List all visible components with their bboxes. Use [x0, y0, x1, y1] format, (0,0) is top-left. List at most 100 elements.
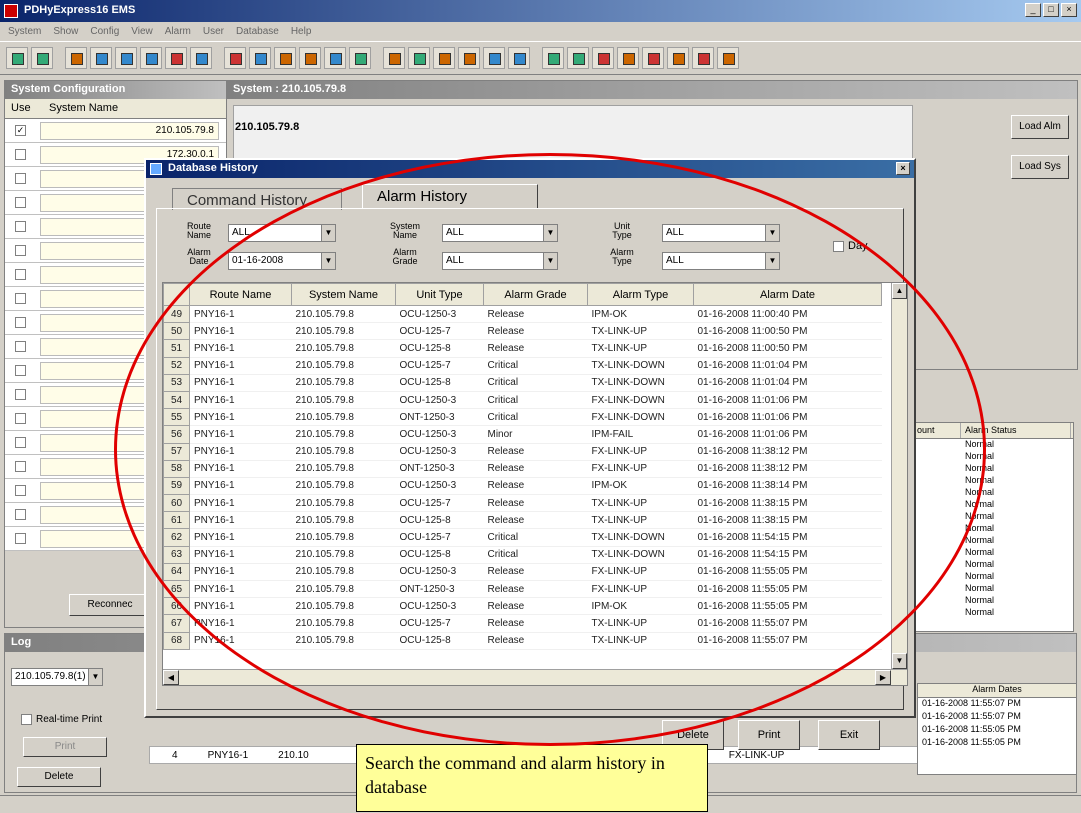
- toolbar-button-icon[interactable]: [115, 47, 137, 69]
- scroll-up-icon[interactable]: ▲: [892, 283, 907, 299]
- column-header-route-name[interactable]: Route Name: [189, 283, 292, 306]
- use-checkbox[interactable]: [15, 197, 26, 208]
- use-checkbox[interactable]: [15, 389, 26, 400]
- toolbar-button-icon[interactable]: [483, 47, 505, 69]
- use-checkbox[interactable]: [15, 317, 26, 328]
- print-button[interactable]: Print: [738, 720, 800, 750]
- use-checkbox[interactable]: [15, 365, 26, 376]
- scroll-down-icon[interactable]: ▼: [892, 653, 907, 669]
- toolbar-button-icon[interactable]: [6, 47, 28, 69]
- minimize-button[interactable]: _: [1025, 3, 1041, 17]
- table-row[interactable]: 68 PNY16-1 210.105.79.8 OCU-125-8 Release TX-…: [163, 631, 882, 650]
- table-row[interactable]: 60 PNY16-1 210.105.79.8 OCU-125-7 Release TX-…: [163, 494, 882, 513]
- tab-alarm-history[interactable]: Alarm History: [362, 184, 538, 208]
- toolbar-button-icon[interactable]: [617, 47, 639, 69]
- table-row[interactable]: 57 PNY16-1 210.105.79.8 OCU-1250-3 Release FX…: [163, 442, 882, 461]
- use-checkbox[interactable]: [15, 341, 26, 352]
- toolbar-button-icon[interactable]: [65, 47, 87, 69]
- chevron-down-icon[interactable]: ▼: [321, 253, 335, 269]
- toolbar-button-icon[interactable]: [324, 47, 346, 69]
- column-header-system-name[interactable]: System Name: [291, 283, 396, 306]
- unit-type-select[interactable]: ALL ▼: [662, 224, 780, 242]
- table-row[interactable]: 63 PNY16-1 210.105.79.8 OCU-125-8 Critical TX…: [163, 545, 882, 564]
- system-name-cell[interactable]: 210.105.79.8: [40, 121, 219, 140]
- system-row[interactable]: ✓ 210.105.79.8: [5, 119, 227, 143]
- vertical-scrollbar[interactable]: ▲ ▼: [891, 283, 907, 669]
- chevron-down-icon[interactable]: ▼: [543, 253, 557, 269]
- table-row[interactable]: 56 PNY16-1 210.105.79.8 OCU-1250-3 Minor IPM-…: [163, 425, 882, 444]
- load-system-button[interactable]: Load Sys: [1011, 155, 1069, 179]
- log-delete-button[interactable]: Delete: [17, 767, 101, 787]
- table-row[interactable]: 58 PNY16-1 210.105.79.8 ONT-1250-3 Release FX…: [163, 459, 882, 478]
- menu-item-database[interactable]: Database: [236, 26, 279, 37]
- log-print-button[interactable]: Print: [23, 737, 107, 757]
- day-checkbox[interactable]: Day: [833, 240, 868, 252]
- toolbar-button-icon[interactable]: [349, 47, 371, 69]
- log-system-select[interactable]: 210.105.79.8(1) ▼: [11, 668, 103, 686]
- close-button[interactable]: ×: [1061, 3, 1077, 17]
- toolbar-button-icon[interactable]: [508, 47, 530, 69]
- table-row[interactable]: 65 PNY16-1 210.105.79.8 ONT-1250-3 Release FX…: [163, 579, 882, 599]
- toolbar-button-icon[interactable]: [165, 47, 187, 69]
- use-checkbox[interactable]: ✓: [15, 125, 26, 136]
- toolbar-button-icon[interactable]: [90, 47, 112, 69]
- toolbar-button-icon[interactable]: [140, 47, 162, 69]
- table-row[interactable]: 51 PNY16-1 210.105.79.8 OCU-125-8 Release TX-…: [163, 339, 882, 358]
- column-header-alarm-date[interactable]: Alarm Date: [693, 283, 882, 306]
- use-checkbox[interactable]: [15, 173, 26, 184]
- chevron-down-icon[interactable]: ▼: [765, 225, 779, 241]
- toolbar-button-icon[interactable]: [299, 47, 321, 69]
- toolbar-button-icon[interactable]: [274, 47, 296, 69]
- use-checkbox[interactable]: [15, 437, 26, 448]
- toolbar-button-icon[interactable]: [249, 47, 271, 69]
- alarm-date-select[interactable]: 01-16-2008 ▼: [228, 252, 336, 270]
- toolbar-button-icon[interactable]: [642, 47, 664, 69]
- toolbar-button-icon[interactable]: [190, 47, 212, 69]
- table-row[interactable]: 67 PNY16-1 210.105.79.8 OCU-125-7 Release TX-…: [163, 614, 882, 633]
- menu-item-config[interactable]: Config: [90, 26, 119, 37]
- use-checkbox[interactable]: [15, 293, 26, 304]
- realtime-print-checkbox[interactable]: Real-time Print: [21, 714, 102, 725]
- toolbar-button-icon[interactable]: [592, 47, 614, 69]
- use-checkbox[interactable]: [15, 149, 26, 160]
- table-row[interactable]: 64 PNY16-1 210.105.79.8 OCU-1250-3 Release FX…: [163, 562, 882, 582]
- toolbar-button-icon[interactable]: [408, 47, 430, 69]
- use-checkbox[interactable]: [15, 485, 26, 496]
- column-header-alarm-type[interactable]: Alarm Type: [587, 283, 694, 306]
- system-name-select[interactable]: ALL ▼: [442, 224, 558, 242]
- toolbar-button-icon[interactable]: [224, 47, 246, 69]
- table-row[interactable]: 53 PNY16-1 210.105.79.8 OCU-125-8 Critical TX…: [163, 373, 882, 392]
- table-row[interactable]: 50 PNY16-1 210.105.79.8 OCU-125-7 Release TX-…: [163, 322, 882, 341]
- use-checkbox[interactable]: [15, 533, 26, 544]
- dialog-close-icon[interactable]: ×: [896, 162, 910, 175]
- chevron-down-icon[interactable]: ▼: [88, 669, 102, 685]
- tab-command-history[interactable]: Command History: [172, 188, 342, 210]
- toolbar-button-icon[interactable]: [667, 47, 689, 69]
- column-header-alarm-grade[interactable]: Alarm Grade: [483, 283, 588, 306]
- alarm-grade-select[interactable]: ALL ▼: [442, 252, 558, 270]
- toolbar-button-icon[interactable]: [542, 47, 564, 69]
- toolbar-button-icon[interactable]: [717, 47, 739, 69]
- checkbox-icon[interactable]: [833, 240, 844, 252]
- toolbar-button-icon[interactable]: [692, 47, 714, 69]
- reconnect-button[interactable]: Reconnec: [69, 594, 151, 616]
- use-checkbox[interactable]: [15, 413, 26, 424]
- use-checkbox[interactable]: [15, 245, 26, 256]
- horizontal-scrollbar[interactable]: ◀ ▶: [163, 669, 907, 685]
- table-row[interactable]: 59 PNY16-1 210.105.79.8 OCU-1250-3 Release IP…: [163, 476, 882, 496]
- toolbar-button-icon[interactable]: [458, 47, 480, 69]
- menu-item-system[interactable]: System: [8, 26, 41, 37]
- column-header-unit-type[interactable]: Unit Type: [395, 283, 484, 306]
- menu-item-help[interactable]: Help: [291, 26, 312, 37]
- scroll-left-icon[interactable]: ◀: [163, 670, 179, 685]
- chevron-down-icon[interactable]: ▼: [543, 225, 557, 241]
- chevron-down-icon[interactable]: ▼: [765, 253, 779, 269]
- use-checkbox[interactable]: [15, 509, 26, 520]
- use-checkbox[interactable]: [15, 269, 26, 280]
- load-alarm-button[interactable]: Load Alm: [1011, 115, 1069, 139]
- table-row[interactable]: 61 PNY16-1 210.105.79.8 OCU-125-8 Release TX-…: [163, 511, 882, 530]
- use-checkbox[interactable]: [15, 221, 26, 232]
- exit-button[interactable]: Exit: [818, 720, 880, 750]
- route-name-select[interactable]: ALL ▼: [228, 224, 336, 242]
- menu-item-alarm[interactable]: Alarm: [165, 26, 191, 37]
